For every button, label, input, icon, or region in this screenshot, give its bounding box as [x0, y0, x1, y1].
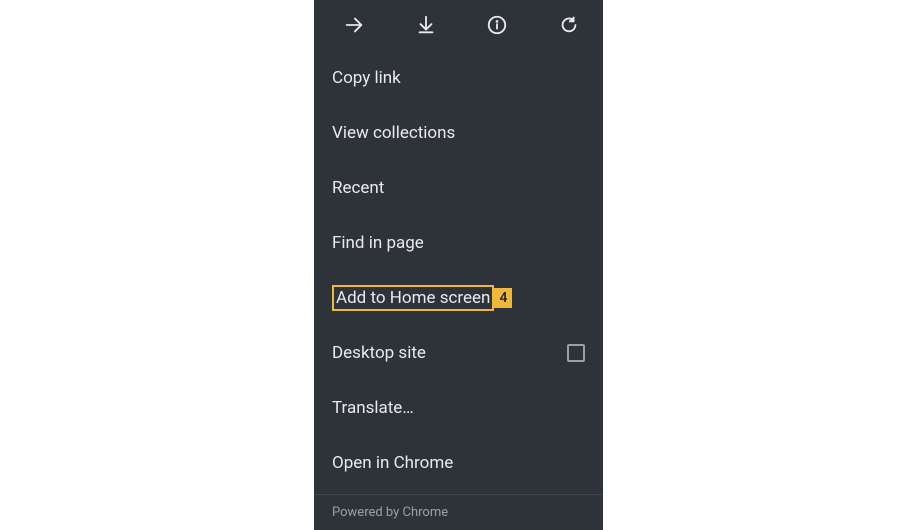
- desktop-site-checkbox[interactable]: [567, 344, 585, 362]
- download-icon: [415, 14, 437, 36]
- menu-item-find-in-page[interactable]: Find in page: [314, 215, 603, 270]
- menu-item-desktop-site[interactable]: Desktop site: [314, 325, 603, 380]
- menu-item-recent[interactable]: Recent: [314, 160, 603, 215]
- menu-items-list: Copy link View collections Recent Find i…: [314, 50, 603, 494]
- toolbar-icon-row: [314, 0, 603, 50]
- menu-footer: Powered by Chrome: [314, 494, 603, 530]
- refresh-button[interactable]: [557, 13, 581, 37]
- info-button[interactable]: [485, 13, 509, 37]
- info-icon: [486, 14, 508, 36]
- powered-by-label: Powered by Chrome: [332, 505, 448, 520]
- menu-item-translate[interactable]: Translate…: [314, 380, 603, 435]
- browser-menu-panel: Copy link View collections Recent Find i…: [314, 0, 603, 530]
- forward-button[interactable]: [342, 13, 366, 37]
- highlight-box: Add to Home screen: [332, 285, 494, 311]
- menu-item-label: Copy link: [332, 68, 401, 88]
- menu-item-label: Open in Chrome: [332, 453, 453, 473]
- refresh-icon: [558, 14, 580, 36]
- menu-item-label: Find in page: [332, 233, 424, 253]
- forward-icon: [343, 14, 365, 36]
- menu-item-label: Desktop site: [332, 343, 426, 363]
- download-button[interactable]: [414, 13, 438, 37]
- menu-item-copy-link[interactable]: Copy link: [314, 50, 603, 105]
- menu-item-open-in-chrome[interactable]: Open in Chrome: [314, 435, 603, 490]
- step-badge: 4: [494, 288, 512, 308]
- highlighted-item-wrap: Add to Home screen 4: [332, 285, 512, 311]
- menu-item-view-collections[interactable]: View collections: [314, 105, 603, 160]
- menu-item-label: Translate…: [332, 398, 414, 418]
- menu-item-label: Recent: [332, 178, 384, 198]
- menu-item-add-to-home-screen[interactable]: Add to Home screen 4: [314, 270, 603, 325]
- menu-item-label: Add to Home screen: [336, 288, 490, 308]
- menu-item-label: View collections: [332, 123, 455, 143]
